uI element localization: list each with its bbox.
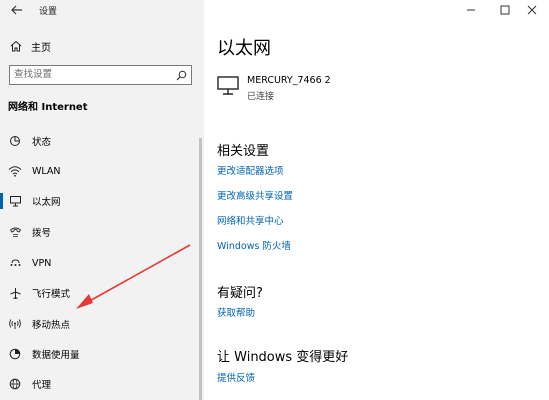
feedback-heading: 让 Windows 变得更好 <box>217 350 349 365</box>
close-button[interactable] <box>515 0 549 20</box>
connection-status: 已连接 <box>247 92 275 102</box>
give-feedback-link[interactable]: 提供反馈 <box>217 370 255 384</box>
change-adapter-options-link[interactable]: 更改适配器选项 <box>217 163 284 177</box>
help-heading: 有疑问? <box>217 286 263 301</box>
related-settings-heading: 相关设置 <box>217 144 270 159</box>
windows-firewall-link[interactable]: Windows 防火墙 <box>217 238 291 252</box>
minimize-button[interactable] <box>454 0 488 20</box>
change-advanced-sharing-link[interactable]: 更改高级共享设置 <box>217 188 293 202</box>
connection-name[interactable]: MERCURY_7466 2 <box>247 75 331 86</box>
main-content: 以太网 MERCURY_7466 2 已连接 相关设置 更改适配器选项 更改高级… <box>204 0 549 400</box>
page-title: 以太网 <box>217 38 271 59</box>
network-sharing-center-link[interactable]: 网络和共享中心 <box>217 213 284 227</box>
get-help-link[interactable]: 获取帮助 <box>217 305 255 319</box>
maximize-icon <box>500 5 510 15</box>
minimize-icon <box>467 9 475 11</box>
close-icon <box>527 5 537 15</box>
ethernet-connection-icon <box>217 76 239 96</box>
